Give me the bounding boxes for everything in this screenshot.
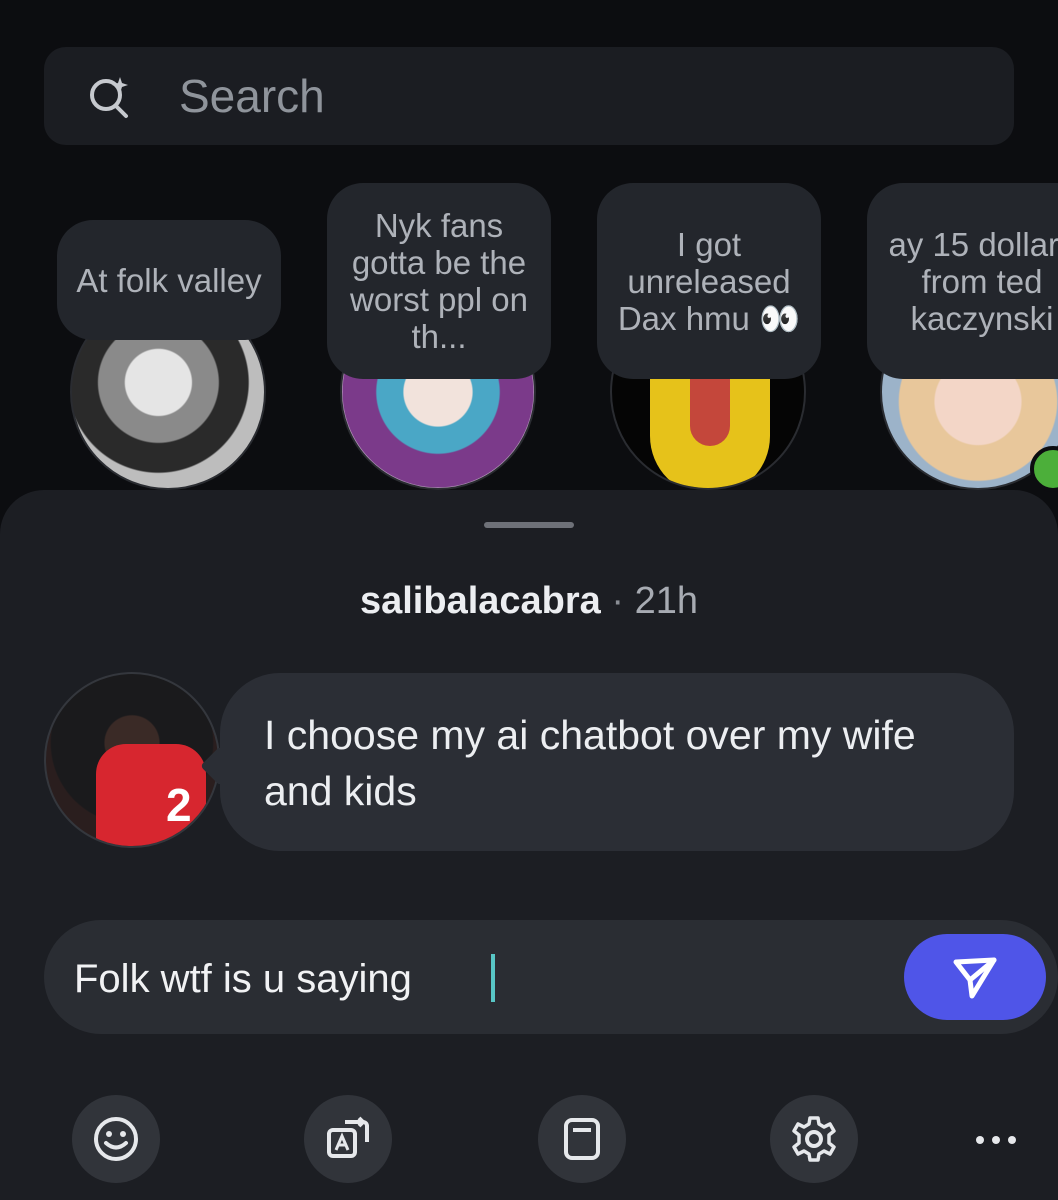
- message-sheet: salibalacabra · 21h 2 I choose my ai cha…: [0, 490, 1058, 1200]
- smiley-icon: [94, 1117, 138, 1161]
- note-bubble[interactable]: Nyk fans gotta be the worst ppl on th...: [327, 183, 551, 379]
- search-bar[interactable]: [44, 47, 1014, 145]
- jersey-number: 2: [166, 779, 192, 831]
- message-bubble: I choose my ai chatbot over my wife and …: [220, 673, 1014, 851]
- search-icon: [90, 77, 128, 118]
- reply-field[interactable]: [44, 920, 1058, 1034]
- username[interactable]: salibalacabra: [360, 580, 601, 622]
- avatar[interactable]: 2: [44, 672, 220, 848]
- search-input[interactable]: [177, 65, 881, 127]
- emoji-button[interactable]: [72, 1095, 160, 1183]
- more-dots-icon: [976, 1136, 1016, 1144]
- send-icon: [953, 957, 997, 999]
- note-bubble[interactable]: At folk valley: [57, 220, 281, 340]
- settings-button[interactable]: [770, 1095, 858, 1183]
- note-bubble[interactable]: I got unreleased Dax hmu 👀: [597, 183, 821, 379]
- reply-input[interactable]: [72, 948, 876, 1010]
- clipboard-button[interactable]: [538, 1095, 626, 1183]
- timestamp: 21h: [634, 580, 698, 622]
- send-button[interactable]: [904, 934, 1046, 1020]
- drag-handle[interactable]: [484, 522, 574, 528]
- note-text: Nyk fans gotta be the worst ppl on th...: [350, 207, 528, 355]
- note-bubble[interactable]: ay 15 dollars from ted kaczynski: [867, 183, 1058, 379]
- translate-button[interactable]: [304, 1095, 392, 1183]
- clipboard-icon: [564, 1118, 600, 1160]
- note-text: At folk valley: [76, 261, 262, 299]
- note-text: I got unreleased Dax hmu 👀: [617, 225, 801, 337]
- message-text: I choose my ai chatbot over my wife and …: [264, 712, 916, 814]
- separator: ·: [611, 580, 625, 622]
- note-text: ay 15 dollars from ted kaczynski: [888, 225, 1058, 337]
- gear-icon: [792, 1116, 836, 1162]
- text-caret: [491, 954, 495, 1002]
- sheet-header: salibalacabra · 21h: [0, 580, 1058, 623]
- translate-icon: [327, 1116, 369, 1158]
- more-options-button[interactable]: [966, 1110, 1026, 1170]
